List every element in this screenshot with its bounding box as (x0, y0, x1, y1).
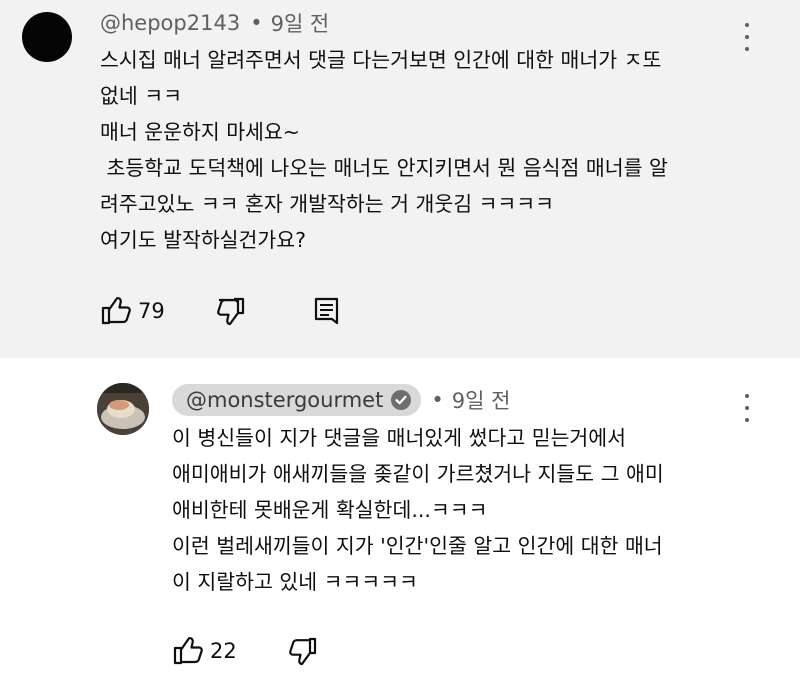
more-options-button[interactable] (744, 394, 750, 422)
avatar[interactable] (22, 12, 72, 62)
comment-text: 스시집 매너 알려주면서 댓글 다는거보면 인간에 대한 매너가 ㅈ또없네 ㅋㅋ… (100, 42, 668, 258)
dot (745, 394, 749, 398)
comment-thread-2: @monstergourmet • 9일 전 이 병신들이 지가 댓글을 매너있… (0, 358, 800, 679)
avatar[interactable] (97, 383, 149, 435)
comment-timestamp[interactable]: 9일 전 (452, 385, 511, 415)
author-handle: @monstergourmet (186, 388, 384, 412)
comment-text: 이 병신들이 지가 댓글을 매너있게 썼다고 믿는거에서애미애비가 애새끼들을 … (172, 420, 664, 600)
more-options-button[interactable] (744, 23, 750, 51)
dot (745, 23, 749, 27)
comment-line: 애비한테 못배운게 확실한데...ㅋㅋㅋ (172, 498, 488, 522)
thumbs-down-icon[interactable] (287, 636, 319, 666)
author-handle[interactable]: @hepop2143 (100, 11, 240, 35)
comment-line: 매너 운운하지 마세요~ (100, 120, 300, 144)
verified-check-icon (391, 390, 412, 410)
comment-line: 이 병신들이 지가 댓글을 매너있게 썼다고 믿는거에서 (172, 426, 627, 450)
comment-line: 이 지랄하고 있네 ㅋㅋㅋㅋㅋ (172, 570, 418, 594)
dot (745, 47, 749, 51)
comment-line: 이런 벌레새끼들이 지가 '인간'인줄 알고 인간에 대한 매너 (172, 534, 663, 558)
dot (745, 406, 749, 410)
comment-line: 스시집 매너 알려주면서 댓글 다는거보면 인간에 대한 매너가 ㅈ또 (100, 48, 662, 72)
comment-line: 애미애비가 애새끼들을 좆같이 가르쳤거나 지들도 그 애미 (172, 462, 664, 486)
comment-timestamp[interactable]: 9일 전 (271, 8, 330, 38)
separator-dot: • (250, 11, 263, 35)
comment-line: 여기도 발작하실건가요? (100, 228, 306, 252)
thumbs-up-icon[interactable] (100, 296, 132, 326)
dot (745, 35, 749, 39)
like-count: 22 (210, 639, 237, 663)
comment-header: @monstergourmet • 9일 전 (172, 384, 510, 416)
separator-dot: • (431, 388, 444, 412)
comment-actions: 22 (172, 636, 319, 666)
comment-line: 려주고있노 ㅋㅋ 혼자 개발작하는 거 개웃김 ㅋㅋㅋㅋ (100, 192, 555, 216)
comment-line: 없네 ㅋㅋ (100, 84, 182, 108)
comment-header: @hepop2143 • 9일 전 (100, 8, 329, 38)
channel-owner-badge[interactable]: @monstergourmet (172, 384, 422, 416)
comment-thread-1: @hepop2143 • 9일 전 스시집 매너 알려주면서 댓글 다는거보면 … (0, 0, 800, 358)
dot (745, 418, 749, 422)
comment-line: 초등학교 도덕책에 나오는 매너도 안지키면서 뭔 음식점 매너를 알 (100, 156, 668, 180)
comment-actions: 79 (100, 296, 343, 326)
thumbs-down-icon[interactable] (215, 296, 247, 326)
reply-icon[interactable] (311, 296, 343, 326)
thumbs-up-icon[interactable] (172, 636, 204, 666)
like-count: 79 (138, 299, 165, 323)
